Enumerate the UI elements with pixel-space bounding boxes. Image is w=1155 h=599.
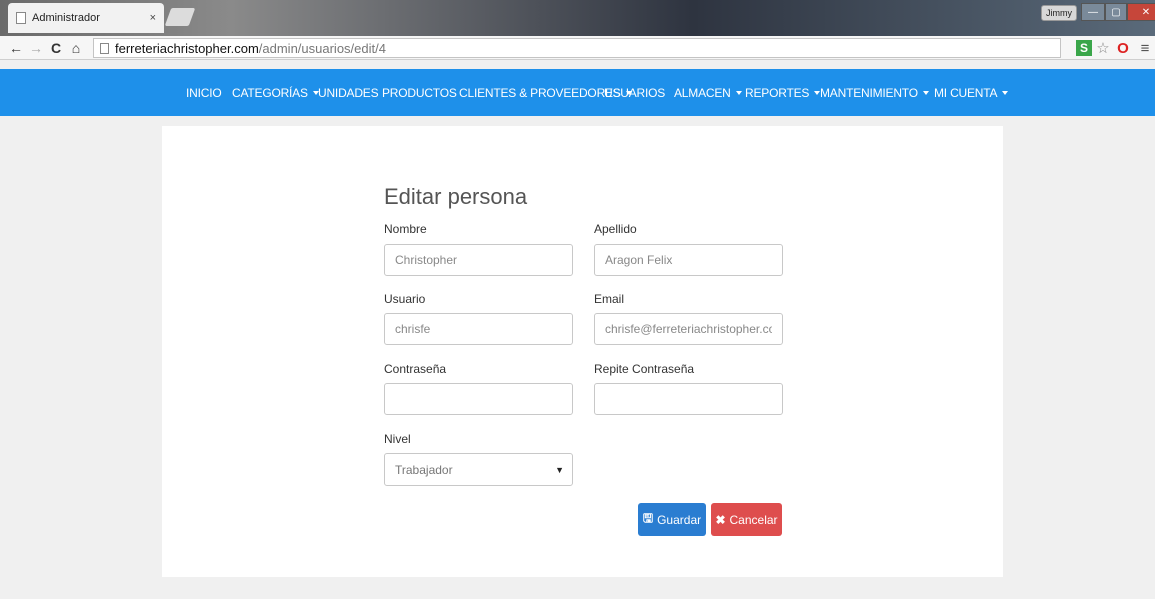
address-bar[interactable]: ferreteriachristopher.com/admin/usuarios… xyxy=(93,38,1061,58)
nav-almacen[interactable]: ALMACEN xyxy=(674,69,742,116)
x-icon: ✖ xyxy=(715,512,726,527)
nav-label: USUARIOS xyxy=(604,85,666,100)
nav-categorias[interactable]: CATEGORÍAS xyxy=(232,69,319,116)
window-controls: — ▢ ✕ xyxy=(1081,3,1155,21)
cancel-label: Cancelar xyxy=(729,512,778,527)
tab-close-icon[interactable]: × xyxy=(150,12,156,24)
usuario-label: Usuario xyxy=(384,292,426,306)
nav-mi-cuenta[interactable]: MI CUENTA xyxy=(934,69,1009,116)
confirm-password-field[interactable] xyxy=(594,383,783,415)
forward-arrow-icon[interactable]: → xyxy=(26,40,46,56)
nav-label: ALMACEN xyxy=(674,85,731,100)
nav-label: CLIENTES & PROVEEDORES xyxy=(459,85,621,100)
password-field[interactable] xyxy=(384,383,573,415)
dropdown-arrow-icon: ▼ xyxy=(555,464,564,475)
maximize-icon[interactable]: ▢ xyxy=(1105,3,1127,21)
page-title: Editar persona xyxy=(384,184,528,209)
bookmark-star-icon[interactable]: ☆ xyxy=(1095,40,1111,57)
opera-extension-icon[interactable]: O xyxy=(1115,40,1131,57)
caret-down-icon xyxy=(1002,90,1009,95)
repite-contrasena-label: Repite Contraseña xyxy=(594,362,695,376)
email-label: Email xyxy=(594,292,625,306)
nombre-field[interactable] xyxy=(384,244,573,276)
nav-mantenimiento[interactable]: MANTENIMIENTO xyxy=(820,69,929,116)
browser-tab-strip: Administrador × Jimmy — ▢ ✕ xyxy=(0,0,1155,36)
profile-button[interactable]: Jimmy xyxy=(1041,5,1077,21)
extension-s-icon[interactable]: S xyxy=(1076,40,1092,56)
nav-label: MI CUENTA xyxy=(934,85,998,100)
nav-label: PRODUCTOS xyxy=(382,85,457,100)
page-icon xyxy=(16,12,26,24)
nivel-label: Nivel xyxy=(384,432,411,446)
home-icon[interactable]: ⌂ xyxy=(66,40,86,56)
nav-unidades[interactable]: UNIDADES xyxy=(318,69,379,116)
page-icon xyxy=(100,42,109,54)
tab-title: Administrador xyxy=(32,12,100,24)
apellido-label: Apellido xyxy=(594,222,637,236)
contrasena-label: Contraseña xyxy=(384,362,447,376)
caret-down-icon xyxy=(922,90,929,95)
back-arrow-icon[interactable]: ← xyxy=(6,40,26,56)
url-path: /admin/usuarios/edit/4 xyxy=(258,40,386,56)
browser-toolbar: ← → C ⌂ ferreteriachristopher.com/admin/… xyxy=(0,36,1155,60)
nombre-label: Nombre xyxy=(384,222,427,236)
save-button[interactable]: 🖫 Guardar xyxy=(638,503,706,536)
caret-down-icon xyxy=(735,90,742,95)
nav-label: REPORTES xyxy=(745,85,810,100)
site-navbar: INICIO CATEGORÍAS UNIDADES PRODUCTOS CLI… xyxy=(0,69,1155,116)
close-window-icon[interactable]: ✕ xyxy=(1127,3,1155,21)
nav-productos[interactable]: PRODUCTOS xyxy=(382,69,457,116)
nav-label: INICIO xyxy=(186,85,222,100)
apellido-field[interactable] xyxy=(594,244,783,276)
nav-label: MANTENIMIENTO xyxy=(820,85,918,100)
save-label: Guardar xyxy=(657,512,702,527)
nivel-select[interactable]: Trabajador ▼ xyxy=(384,453,573,486)
nav-label: UNIDADES xyxy=(318,85,379,100)
menu-icon[interactable]: ≡ xyxy=(1137,40,1153,57)
reload-icon[interactable]: C xyxy=(46,40,66,56)
url-domain: ferreteriachristopher.com xyxy=(115,40,259,56)
nav-usuarios[interactable]: USUARIOS xyxy=(604,69,665,116)
email-field[interactable] xyxy=(594,313,783,345)
cancel-button[interactable]: ✖ Cancelar xyxy=(711,503,782,536)
nav-reportes[interactable]: REPORTES xyxy=(745,69,821,116)
content-panel xyxy=(162,126,1003,577)
nivel-selected-value: Trabajador xyxy=(395,462,453,477)
new-tab-button[interactable] xyxy=(164,8,196,26)
minimize-icon[interactable]: — xyxy=(1081,3,1105,21)
nav-label: CATEGORÍAS xyxy=(232,85,308,100)
usuario-field[interactable] xyxy=(384,313,573,345)
nav-inicio[interactable]: INICIO xyxy=(186,69,222,116)
floppy-disk-icon: 🖫 xyxy=(642,511,654,525)
browser-tab[interactable]: Administrador × xyxy=(8,3,164,33)
